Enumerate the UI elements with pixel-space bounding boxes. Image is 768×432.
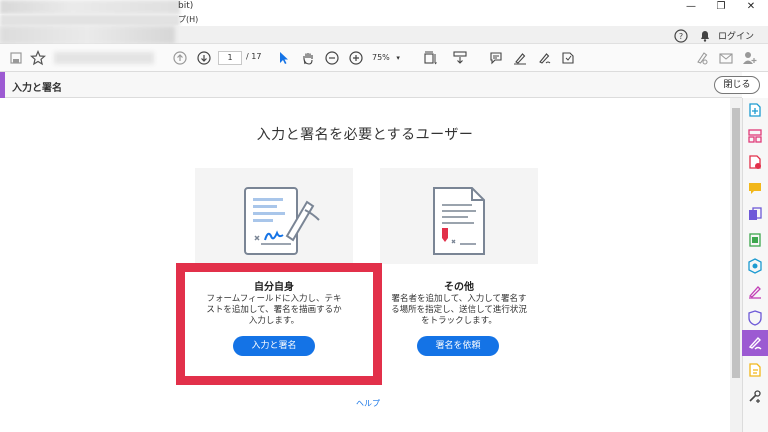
sign-active-icon[interactable]	[747, 335, 763, 351]
card-others[interactable]: その他 署名者を追加して、入力して署名する場所を指定し、送信して進行状況をトラッ…	[380, 168, 538, 376]
zoom-out-icon[interactable]	[324, 50, 340, 66]
minimize-button[interactable]: —	[680, 0, 702, 14]
maximize-button[interactable]: ❐	[710, 0, 732, 14]
save-icon[interactable]	[8, 50, 24, 66]
menu-bar: プ(H)	[0, 14, 768, 26]
mail-icon[interactable]	[718, 50, 734, 66]
more-tools-icon[interactable]	[747, 388, 763, 404]
help-link[interactable]: ヘルプ	[356, 398, 380, 409]
protect-shield-icon[interactable]	[747, 310, 763, 326]
zoom-value: 75%	[372, 53, 390, 62]
menu-help[interactable]: プ(H)	[178, 14, 198, 25]
document-request-icon	[433, 187, 485, 255]
highlight-pen-icon[interactable]	[512, 50, 528, 66]
add-user-icon[interactable]	[742, 50, 758, 66]
select-cursor-icon[interactable]	[276, 50, 292, 66]
zoom-dropdown[interactable]: 75% ▾	[372, 51, 410, 65]
page-up-icon[interactable]	[172, 50, 188, 66]
create-pdf-icon[interactable]	[747, 102, 763, 118]
page-number-input[interactable]: 1	[218, 51, 242, 65]
enhance-scan-icon[interactable]	[747, 258, 763, 274]
svg-text:?: ?	[679, 32, 683, 41]
page-heading: 入力と署名を必要とするユーザー	[256, 127, 474, 143]
card-others-description: 署名者を追加して、入力して署名する場所を指定し、送信して進行状況をトラックします…	[391, 294, 527, 326]
help-icon[interactable]: ?	[674, 28, 688, 43]
window-title-blurred	[0, 0, 180, 14]
bell-icon[interactable]	[698, 28, 712, 42]
comment-icon[interactable]	[488, 50, 504, 66]
edit-pdf-icon[interactable]	[747, 232, 763, 248]
page-fit-icon[interactable]	[422, 50, 438, 66]
send-for-comments-icon[interactable]	[747, 362, 763, 378]
fill-sign-pen-rail-icon[interactable]	[747, 284, 763, 300]
organize-pages-icon[interactable]	[747, 128, 763, 144]
toolbar: 1 / 17 75% ▾	[0, 44, 768, 72]
highlight-box	[176, 263, 382, 385]
combine-files-icon[interactable]	[747, 206, 763, 222]
panel-accent-bar	[0, 72, 5, 98]
chevron-down-icon: ▾	[396, 54, 400, 62]
panel-title: 入力と署名	[12, 83, 62, 94]
stamp-icon[interactable]	[560, 50, 576, 66]
card-self-illustration	[195, 168, 353, 264]
page-total: / 17	[246, 52, 262, 61]
scroll-mode-icon[interactable]	[452, 50, 468, 66]
export-pdf-icon[interactable]	[747, 154, 763, 170]
comment-tool-icon[interactable]	[747, 180, 763, 196]
page-down-icon[interactable]	[196, 50, 212, 66]
fill-sign-panel-header: 入力と署名	[0, 72, 742, 98]
zoom-in-icon[interactable]	[348, 50, 364, 66]
request-signature-button[interactable]: 署名を依頼	[417, 336, 499, 356]
scroll-thumb[interactable]	[732, 108, 740, 378]
document-sign-icon	[244, 187, 320, 255]
hand-tool-icon[interactable]	[300, 50, 316, 66]
close-window-button[interactable]: ✕	[740, 0, 762, 14]
close-panel-button[interactable]: 閉じる	[714, 76, 760, 94]
card-others-illustration	[380, 168, 538, 264]
toolbar-blurred	[54, 52, 154, 64]
login-link[interactable]: ログイン	[718, 29, 754, 42]
menu-items-blurred	[0, 14, 180, 26]
card-others-title: その他	[444, 282, 474, 293]
title-bar: bit) — ❐ ✕	[0, 0, 768, 14]
draw-icon[interactable]	[536, 50, 552, 66]
fill-sign-pen-icon[interactable]	[694, 50, 710, 66]
tab-bar: ? ログイン	[0, 26, 768, 44]
window-title: bit)	[178, 1, 194, 11]
bookmark-star-icon[interactable]	[30, 50, 46, 66]
tabs-blurred[interactable]	[0, 26, 175, 44]
